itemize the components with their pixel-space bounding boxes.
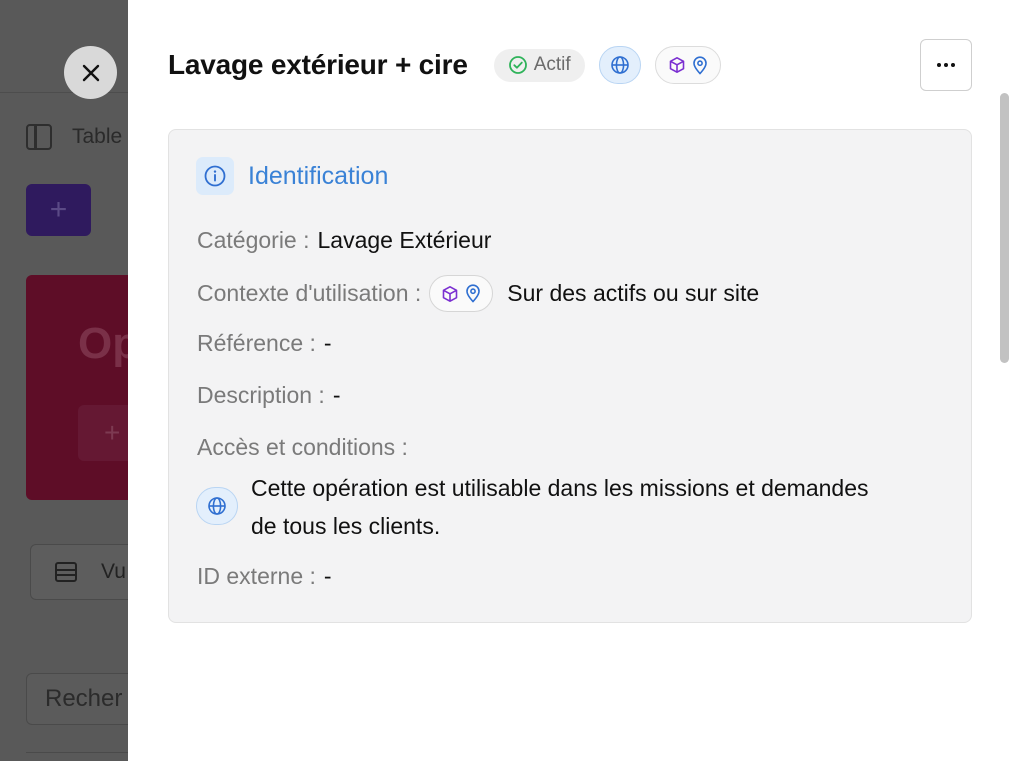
reference-row: Référence : -: [197, 330, 332, 357]
cube-icon: [442, 285, 458, 302]
detail-panel: Lavage extérieur + cire Actif Identifica…: [128, 0, 1024, 761]
globe-icon: [610, 56, 629, 74]
description-label: Description :: [197, 382, 325, 408]
access-value: Cette opération est utilisable dans les …: [251, 475, 869, 539]
category-value: Lavage Extérieur: [317, 227, 492, 253]
close-button[interactable]: [64, 46, 117, 99]
page-title: Lavage extérieur + cire: [168, 49, 468, 80]
context-label: Contexte d'utilisation :: [197, 280, 422, 306]
section-header: Identification: [196, 157, 388, 195]
background-table-label: Table: [72, 125, 123, 148]
background-search-input: Recher: [26, 673, 128, 725]
background-table-toggle: Table: [26, 124, 122, 150]
globe-icon: [208, 497, 226, 515]
access-chip[interactable]: [598, 46, 641, 84]
external-id-row: ID externe : -: [197, 563, 332, 590]
map-pin-icon: [466, 284, 481, 303]
category-label: Catégorie :: [197, 227, 310, 253]
background-divider: [26, 752, 128, 753]
close-icon: [82, 64, 99, 81]
background-card-add-button: +: [78, 405, 128, 461]
background-app: Table + Op + Vu Recher: [0, 0, 128, 761]
access-label: Accès et conditions :: [197, 434, 408, 460]
cube-icon: [669, 57, 684, 73]
reference-label: Référence :: [197, 330, 316, 356]
status-badge: Actif: [493, 48, 585, 82]
category-row: Catégorie : Lavage Extérieur: [197, 227, 491, 254]
section-title: Identification: [248, 161, 389, 190]
check-circle-icon: [508, 56, 527, 74]
table-icon: [55, 562, 77, 582]
more-options-button[interactable]: [920, 39, 972, 91]
identification-card: Identification Catégorie : Lavage Extéri…: [168, 129, 972, 623]
description-row: Description : -: [197, 382, 341, 409]
external-id-label: ID externe :: [197, 563, 316, 589]
background-view-label: Vu: [101, 560, 126, 583]
access-globe-chip: [196, 487, 238, 525]
background-card: Op +: [26, 275, 128, 500]
status-label: Actif: [533, 54, 571, 75]
context-chip[interactable]: [654, 46, 721, 84]
map-pin-icon: [692, 55, 707, 75]
description-value: -: [332, 382, 341, 408]
background-add-button: +: [26, 184, 91, 236]
background-view-button: Vu: [30, 544, 128, 600]
panel-header: Lavage extérieur + cire Actif: [168, 39, 972, 91]
context-value: Sur des actifs ou sur site: [507, 280, 760, 306]
sidebar-icon: [26, 124, 52, 150]
info-icon: [196, 157, 234, 195]
scrollbar[interactable]: [1000, 93, 1009, 363]
background-card-title: Op: [78, 319, 128, 368]
external-id-value: -: [323, 563, 332, 589]
context-row: Contexte d'utilisation : Sur des actifs …: [197, 275, 759, 312]
more-icon: [937, 63, 955, 67]
context-icons-chip: [429, 275, 494, 312]
access-row: Accès et conditions :: [197, 434, 408, 461]
reference-value: -: [323, 330, 332, 356]
